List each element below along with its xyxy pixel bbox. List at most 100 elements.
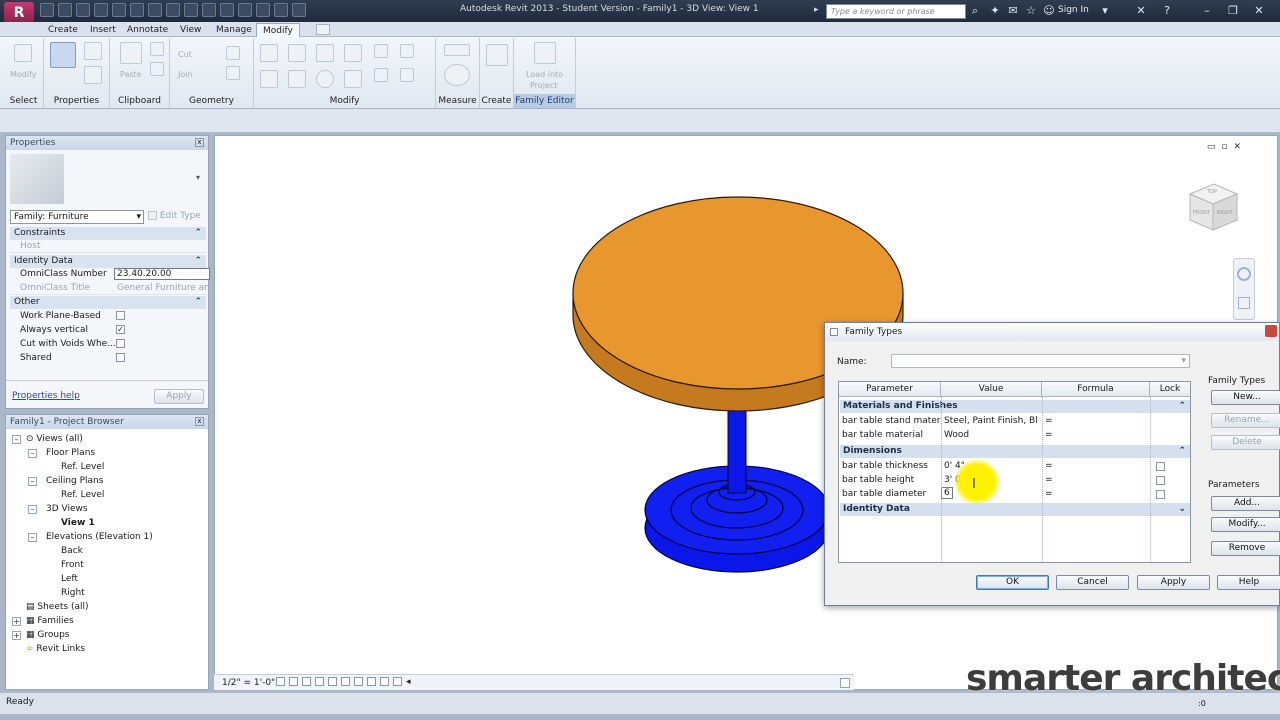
split-icon[interactable] <box>374 44 388 58</box>
zoom-icon[interactable] <box>1238 297 1250 309</box>
section-icon[interactable] <box>220 3 234 17</box>
trim-icon[interactable] <box>344 70 362 88</box>
close-icon[interactable]: x <box>195 138 204 147</box>
panel-label[interactable]: Clipboard <box>110 94 169 108</box>
array-icon[interactable] <box>374 68 388 82</box>
section-dimensions[interactable]: Dimensions ⌃ <box>840 445 1190 458</box>
tree-item-sheets[interactable]: ▤ Sheets (all) <box>26 600 89 614</box>
panel-label[interactable]: Geometry <box>170 94 253 108</box>
tab-manage[interactable]: Manage <box>210 23 258 37</box>
thin-lines-icon[interactable] <box>238 3 252 17</box>
constraints-group[interactable]: Constraints ⌃ <box>10 227 206 240</box>
collapse-toggle[interactable]: – <box>28 477 37 486</box>
add-parameter-button[interactable]: Add... <box>1211 496 1280 511</box>
3d-view-icon[interactable] <box>202 3 216 17</box>
param-formula[interactable]: = <box>1042 487 1150 501</box>
column-header-parameter[interactable]: Parameter <box>839 382 941 397</box>
shared-checkbox[interactable] <box>116 353 125 362</box>
temporary-hide-icon[interactable] <box>380 677 389 686</box>
ribbon-options-icon[interactable] <box>316 24 330 35</box>
panel-label[interactable]: Select <box>4 94 43 108</box>
edit-type-button[interactable]: Edit Type <box>148 211 201 221</box>
switch-windows-icon[interactable] <box>274 3 288 17</box>
measure-distance-icon[interactable] <box>444 44 470 56</box>
properties-help-link[interactable]: Properties help <box>12 391 80 401</box>
apply-button[interactable]: Apply <box>1137 575 1210 590</box>
modify-cursor-icon[interactable] <box>14 44 32 62</box>
chevron-down-icon[interactable]: ▾ <box>196 174 204 182</box>
split-face-icon[interactable] <box>226 46 240 60</box>
chevron-left-icon[interactable]: ◂ <box>406 677 411 687</box>
help-icon[interactable]: ? <box>1160 4 1174 18</box>
collapse-toggle[interactable]: – <box>12 435 21 444</box>
chevron-right-icon[interactable]: ▸ <box>814 5 822 17</box>
show-crop-icon[interactable] <box>354 677 363 686</box>
panel-label[interactable]: Create <box>480 94 513 108</box>
search-input[interactable]: Type a keyword or phrase <box>826 4 966 19</box>
new-type-button[interactable]: New... <box>1211 390 1280 405</box>
panel-label[interactable]: Family Editor <box>514 94 575 108</box>
collapse-toggle[interactable]: – <box>28 505 37 514</box>
tree-item-ceiling-plans[interactable]: Ceiling Plans <box>46 474 103 488</box>
dropdown-icon[interactable] <box>292 3 306 17</box>
communication-icon[interactable]: ✉ <box>1006 4 1020 18</box>
param-formula[interactable]: = <box>1042 414 1150 428</box>
binoculars-icon[interactable]: ⌕ <box>968 4 982 18</box>
cut-voids-checkbox[interactable] <box>116 339 125 348</box>
measure-icon[interactable] <box>148 3 162 17</box>
rotate-icon[interactable] <box>316 70 334 88</box>
tree-item-families[interactable]: ▦ Families <box>26 614 74 628</box>
tab-create[interactable]: Create <box>42 23 84 37</box>
help-button[interactable]: Help <box>1217 575 1280 590</box>
tree-item-ref-level[interactable]: Ref. Level <box>61 460 104 474</box>
work-plane-checkbox[interactable] <box>116 311 125 320</box>
collapse-toggle[interactable]: – <box>28 533 37 542</box>
section-materials[interactable]: Materials and Finishes ⌃ <box>840 400 1190 413</box>
cut-geometry-button[interactable]: Cut <box>178 50 192 59</box>
text-icon[interactable] <box>184 3 198 17</box>
lock-checkbox[interactable] <box>1156 462 1165 471</box>
dimension-icon[interactable] <box>166 3 180 17</box>
match-icon[interactable] <box>150 62 164 76</box>
panel-label[interactable]: Properties <box>44 94 109 108</box>
tree-item-left[interactable]: Left <box>61 572 78 586</box>
open-icon[interactable] <box>40 3 54 17</box>
tree-item-revit-links[interactable]: ∞ Revit Links <box>26 642 85 656</box>
minimize-icon[interactable]: – <box>1200 4 1214 18</box>
panel-label[interactable]: Modify <box>254 94 435 108</box>
user-icon[interactable]: ☺ <box>1042 4 1056 18</box>
sign-in-link[interactable]: Sign In <box>1058 5 1089 15</box>
diameter-value-input[interactable]: 6 <box>941 487 953 499</box>
param-value[interactable]: Wood <box>941 428 1042 442</box>
lock-checkbox[interactable] <box>1156 476 1165 485</box>
copy-element-icon[interactable] <box>288 70 306 88</box>
align-icon[interactable] <box>260 44 278 62</box>
viewcube[interactable]: TOP FRONT RIGHT <box>1185 180 1239 232</box>
create-similar-icon[interactable] <box>486 44 508 66</box>
tab-annotate[interactable]: Annotate <box>121 23 174 37</box>
always-vertical-checkbox[interactable]: ✓ <box>116 325 125 334</box>
param-formula[interactable]: = <box>1042 459 1150 473</box>
tree-item-back[interactable]: Back <box>61 544 83 558</box>
section-identity-data[interactable]: Identity Data ⌄ <box>840 503 1190 516</box>
param-formula[interactable]: = <box>1042 428 1150 442</box>
close-hidden-icon[interactable] <box>256 3 270 17</box>
name-dropdown[interactable]: ▾ <box>891 354 1190 368</box>
delete-type-button[interactable]: Delete <box>1211 435 1280 450</box>
application-menu-button[interactable]: R <box>4 2 34 24</box>
tree-item-views[interactable]: ⊙ Views (all) <box>26 432 83 446</box>
redo-icon[interactable] <box>112 3 126 17</box>
tree-item-3d-views[interactable]: 3D Views <box>46 502 88 516</box>
paste-icon[interactable] <box>120 42 142 64</box>
collapse-toggle[interactable]: – <box>28 449 37 458</box>
tree-item-view-1[interactable]: View 1 <box>61 516 95 530</box>
family-category-icon[interactable] <box>84 66 102 84</box>
tree-item-floor-plans[interactable]: Floor Plans <box>46 446 95 460</box>
mirror-draw-icon[interactable] <box>344 44 362 62</box>
column-header-formula[interactable]: Formula <box>1042 382 1150 397</box>
type-properties-icon[interactable] <box>50 42 76 68</box>
load-into-project-icon[interactable] <box>534 42 556 64</box>
join-geometry-button[interactable]: Join <box>178 70 193 79</box>
remove-parameter-button[interactable]: Remove <box>1211 541 1280 556</box>
family-types-icon[interactable] <box>84 42 102 60</box>
